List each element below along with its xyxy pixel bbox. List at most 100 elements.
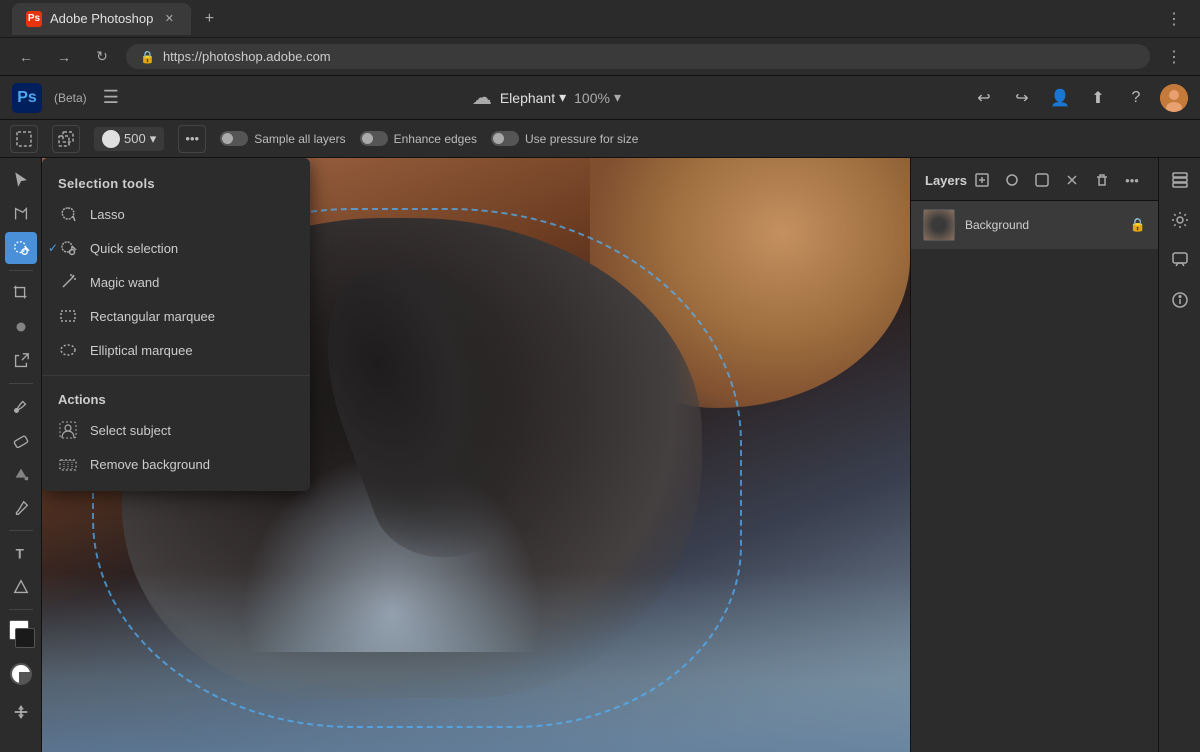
dropdown-item-rect-marquee[interactable]: Rectangular marquee	[42, 299, 310, 333]
active-tab[interactable]: Ps Adobe Photoshop ✕	[12, 3, 191, 35]
layer-mask-button[interactable]	[1000, 168, 1024, 192]
text-tool[interactable]: T	[5, 537, 37, 569]
address-bar[interactable]: 🔒 https://photoshop.adobe.com	[126, 44, 1150, 69]
select-subject-label: Select subject	[90, 423, 171, 438]
document-name[interactable]: Elephant ▾	[500, 89, 566, 106]
background-color[interactable]	[15, 628, 35, 648]
pressure-label: Use pressure for size	[525, 132, 638, 146]
dropdown-item-quick-selection[interactable]: ✓ Quick selection	[42, 231, 310, 265]
browser-options-button[interactable]: ⋮	[1160, 43, 1188, 71]
browser-navbar: ← → ↻ 🔒 https://photoshop.adobe.com ⋮	[0, 38, 1200, 76]
clone-tool[interactable]	[5, 345, 37, 377]
pressure-switch[interactable]	[491, 131, 519, 146]
layers-icons: •••	[970, 168, 1144, 192]
background-layer[interactable]: Background 🔒	[911, 201, 1158, 249]
delete-layer-button[interactable]	[1090, 168, 1114, 192]
secure-icon: 🔒	[140, 50, 155, 64]
arrange-tool[interactable]	[5, 696, 37, 728]
layers-panel: Layers •••	[910, 158, 1158, 752]
sample-all-label: Sample all layers	[254, 132, 345, 146]
dropdown-item-magic-wand[interactable]: Magic wand	[42, 265, 310, 299]
quick-selection-icon	[58, 238, 78, 258]
quick-selection-label: Quick selection	[90, 241, 178, 256]
profile-icon[interactable]: 👤	[1046, 84, 1074, 112]
url-text: https://photoshop.adobe.com	[163, 49, 331, 64]
shapes-tool[interactable]	[5, 571, 37, 603]
brush-size-value: 500	[124, 131, 146, 146]
select-subject-icon	[58, 420, 78, 440]
right-edge-panel	[1158, 158, 1200, 752]
info-btn[interactable]	[1164, 284, 1196, 316]
layer-effect-button[interactable]	[1030, 168, 1054, 192]
main-area: T	[0, 158, 1200, 752]
tab-bar: Ps Adobe Photoshop ✕ +	[12, 3, 1152, 35]
share-button[interactable]: ⬆	[1084, 84, 1112, 112]
pressure-size-toggle[interactable]: Use pressure for size	[491, 131, 638, 146]
selection-tools-dropdown: Selection tools Lasso ✓	[42, 158, 310, 491]
left-toolbar: T	[0, 158, 42, 752]
enhance-edges-switch[interactable]	[360, 131, 388, 146]
layer-more-button[interactable]: •••	[1120, 168, 1144, 192]
redo-button[interactable]: ↪	[1008, 84, 1036, 112]
quick-selection-tool[interactable]	[5, 232, 37, 264]
lasso-icon	[58, 204, 78, 224]
svg-text:T: T	[15, 546, 24, 561]
brush-preview	[102, 130, 120, 148]
sample-all-switch[interactable]	[220, 131, 248, 146]
layer-adjustment-button[interactable]	[1060, 168, 1084, 192]
move-tool[interactable]	[5, 164, 37, 196]
dropdown-item-select-subject[interactable]: Select subject	[42, 413, 310, 447]
new-tab-button[interactable]: +	[195, 5, 223, 33]
ps-logo: Ps	[12, 83, 42, 113]
brush-tool[interactable]	[5, 390, 37, 422]
more-options-btn[interactable]: •••	[178, 125, 206, 153]
layers-header: Layers •••	[911, 158, 1158, 201]
new-selection-btn[interactable]	[10, 125, 38, 153]
rect-marquee-icon	[58, 306, 78, 326]
lasso-label: Lasso	[90, 207, 125, 222]
crop-tool[interactable]	[5, 277, 37, 309]
remove-bg-label: Remove background	[90, 457, 210, 472]
browser-menu-button[interactable]: ⋮	[1160, 5, 1188, 33]
options-bar: 500 ▾ ••• Sample all layers Enhance edge…	[0, 120, 1200, 158]
ellip-marquee-icon	[58, 340, 78, 360]
color-swatch[interactable]	[7, 620, 35, 648]
eyedropper-tool[interactable]	[5, 492, 37, 524]
layer-lock-icon: 🔒	[1130, 217, 1146, 233]
browser-titlebar: Ps Adobe Photoshop ✕ + ⋮	[0, 0, 1200, 38]
app-bar: Ps (Beta) ☰ ☁ Elephant ▾ 100% ▾ ↩ ↪ 👤 ⬆ …	[0, 76, 1200, 120]
divider-4	[9, 609, 33, 610]
tab-close-button[interactable]: ✕	[161, 11, 177, 27]
beta-label: (Beta)	[54, 91, 87, 105]
refresh-button[interactable]: ↻	[88, 43, 116, 71]
avatar[interactable]	[1160, 84, 1188, 112]
paint-bucket-tool[interactable]	[5, 458, 37, 490]
sample-all-layers-toggle[interactable]: Sample all layers	[220, 131, 345, 146]
hamburger-menu[interactable]: ☰	[99, 83, 123, 112]
check-mark: ✓	[48, 241, 58, 255]
add-selection-btn[interactable]	[52, 125, 80, 153]
divider-1	[9, 270, 33, 271]
eraser-tool[interactable]	[5, 424, 37, 456]
heal-tool[interactable]	[5, 311, 37, 343]
polygon-lasso-tool[interactable]	[5, 198, 37, 230]
dropdown-item-remove-bg[interactable]: Remove background	[42, 447, 310, 481]
quick-mask-tool[interactable]	[5, 658, 37, 690]
add-layer-button[interactable]	[970, 168, 994, 192]
back-button[interactable]: ←	[12, 43, 40, 71]
properties-panel-btn[interactable]	[1164, 204, 1196, 236]
tab-title: Adobe Photoshop	[50, 11, 153, 26]
layers-panel-btn[interactable]	[1164, 164, 1196, 196]
help-button[interactable]: ?	[1122, 84, 1150, 112]
forward-button[interactable]: →	[50, 43, 78, 71]
zoom-control[interactable]: 100% ▾	[574, 89, 621, 106]
undo-button[interactable]: ↩	[970, 84, 998, 112]
comments-btn[interactable]	[1164, 244, 1196, 276]
enhance-edges-toggle[interactable]: Enhance edges	[360, 131, 477, 146]
dropdown-item-ellip-marquee[interactable]: Elliptical marquee	[42, 333, 310, 367]
dropdown-item-lasso[interactable]: Lasso	[42, 197, 310, 231]
actions-title: Actions	[42, 384, 310, 413]
brush-size-control[interactable]: 500 ▾	[94, 127, 164, 151]
brush-dropdown-arrow: ▾	[150, 131, 157, 147]
cloud-icon: ☁	[472, 85, 492, 110]
